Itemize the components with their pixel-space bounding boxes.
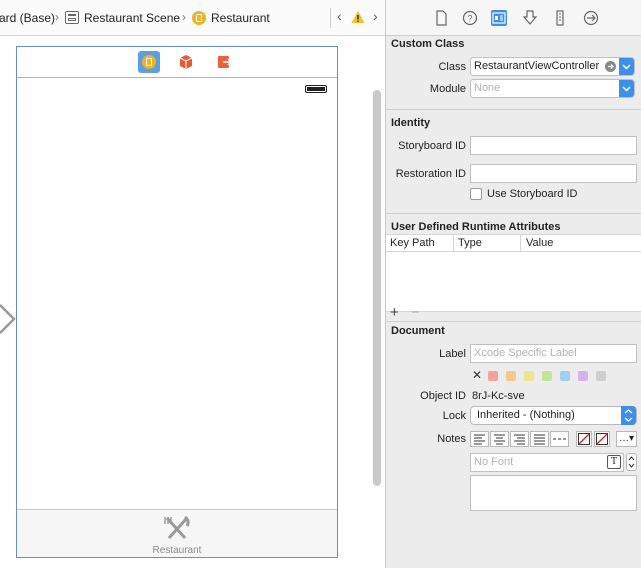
breadcrumb-controller[interactable]: Restaurant (211, 11, 270, 25)
class-value: RestaurantViewController (474, 60, 600, 72)
breadcrumb-storyboard[interactable]: ard (Base) (0, 11, 55, 25)
background-color-button[interactable] (594, 431, 610, 447)
divider (386, 321, 641, 322)
label-placeholder: Xcode Specific Label (474, 347, 577, 359)
color-swatch-red[interactable] (488, 371, 498, 381)
column-divider (520, 235, 521, 252)
lock-popup-button[interactable] (621, 406, 636, 425)
align-left-button[interactable] (470, 431, 489, 447)
column-header-value[interactable]: Value (526, 237, 553, 249)
fork-knife-icon[interactable] (163, 516, 191, 542)
remove-attribute-icon[interactable]: − (411, 304, 420, 321)
view-controller-icon[interactable] (138, 51, 160, 73)
lock-value: Inherited - (Nothing) (477, 409, 575, 421)
module-dropdown-button[interactable] (619, 80, 634, 97)
text-color-button[interactable] (576, 431, 592, 447)
entry-point-arrow-icon (0, 304, 16, 334)
identity-inspector-icon[interactable] (491, 10, 507, 26)
restoration-id-input[interactable] (470, 164, 637, 183)
connections-inspector-icon[interactable] (583, 10, 599, 26)
module-label: Module (429, 83, 466, 95)
class-dropdown-button[interactable] (619, 58, 634, 75)
lock-popup[interactable]: Inherited - (Nothing) (470, 406, 637, 425)
scene-icon (65, 11, 79, 24)
column-header-type[interactable]: Type (458, 237, 482, 249)
tab-label-restaurant[interactable]: Restaurant (17, 545, 337, 556)
quick-help-icon[interactable]: ? (462, 10, 478, 26)
divider (386, 213, 641, 214)
add-attribute-icon[interactable]: + (390, 304, 399, 321)
scene-dock (17, 47, 337, 78)
module-placeholder: None (474, 82, 501, 94)
more-options-icon[interactable]: …▾ (616, 431, 637, 447)
warning-icon[interactable] (351, 10, 365, 24)
font-size-stepper[interactable] (626, 453, 637, 471)
color-swatch-gray[interactable] (596, 371, 606, 381)
column-divider (453, 235, 454, 252)
align-center-button[interactable] (490, 431, 509, 447)
first-responder-icon[interactable] (175, 51, 197, 73)
runtime-attributes-table[interactable]: Key Path Type Value (386, 234, 641, 312)
jump-bar: ard (Base) › Restaurant Scene › Restaura… (0, 0, 386, 36)
lock-label: Lock (442, 410, 466, 422)
exit-icon[interactable] (213, 51, 235, 73)
custom-class-title: Custom Class (391, 38, 465, 50)
table-header: Key Path Type Value (386, 235, 641, 252)
label-input[interactable]: Xcode Specific Label (470, 344, 637, 363)
inspector-tab-bar: ? (386, 0, 641, 36)
attributes-inspector-icon[interactable] (522, 10, 538, 26)
color-swatch-purple[interactable] (578, 371, 588, 381)
restaurant-scene[interactable]: Restaurant (16, 46, 338, 558)
color-swatch-yellow[interactable] (524, 371, 534, 381)
font-picker-icon[interactable]: T (607, 455, 621, 469)
column-header-key-path[interactable]: Key Path (390, 237, 435, 249)
runtime-attributes-title: User Defined Runtime Attributes (391, 221, 561, 233)
document-title: Document (391, 325, 445, 337)
font-field[interactable]: No Font T (470, 453, 624, 472)
divider (386, 109, 641, 110)
restoration-id-label: Restoration ID (395, 168, 466, 180)
align-right-button[interactable] (510, 431, 529, 447)
use-storyboard-id-label: Use Storyboard ID (487, 188, 578, 200)
svg-text:?: ? (467, 14, 472, 24)
back-arrow-icon[interactable]: ‹ (337, 8, 342, 24)
module-field[interactable]: None (470, 79, 635, 98)
font-placeholder: No Font (474, 456, 514, 468)
color-swatch-green[interactable] (542, 371, 552, 381)
clear-color-icon[interactable]: ✕ (472, 368, 482, 382)
divider (330, 8, 331, 28)
breadcrumb-separator-icon: › (55, 10, 59, 24)
storyboard-id-label: Storyboard ID (398, 140, 466, 152)
forward-arrow-icon[interactable]: › (373, 8, 378, 24)
color-swatch-orange[interactable] (506, 371, 516, 381)
justify-button[interactable] (530, 431, 549, 447)
label-label: Label (439, 348, 466, 360)
battery-icon (305, 85, 327, 93)
use-storyboard-id-checkbox[interactable] (470, 188, 482, 200)
storyboard-id-input[interactable] (470, 136, 637, 155)
class-label: Class (438, 61, 466, 73)
object-id-value: 8rJ-Kc-sve (472, 390, 525, 402)
object-id-label: Object ID (420, 390, 466, 402)
breadcrumb-scene[interactable]: Restaurant Scene (84, 11, 180, 25)
natural-align-button[interactable] (550, 431, 569, 447)
class-field[interactable]: RestaurantViewController (470, 57, 635, 76)
go-to-class-icon[interactable] (605, 61, 616, 72)
notes-textarea[interactable] (470, 475, 637, 511)
breadcrumb-separator-icon: › (182, 10, 186, 24)
tab-bar: Restaurant (17, 509, 337, 557)
color-swatch-blue[interactable] (560, 371, 570, 381)
file-inspector-icon[interactable] (433, 10, 449, 26)
identity-inspector: ? Custom Class Class RestaurantViewContr… (386, 0, 641, 568)
size-inspector-icon[interactable] (552, 10, 568, 26)
canvas-vertical-scrollbar[interactable] (373, 90, 381, 486)
view-controller-icon (192, 11, 206, 25)
notes-label: Notes (437, 433, 466, 445)
identity-title: Identity (391, 117, 431, 129)
